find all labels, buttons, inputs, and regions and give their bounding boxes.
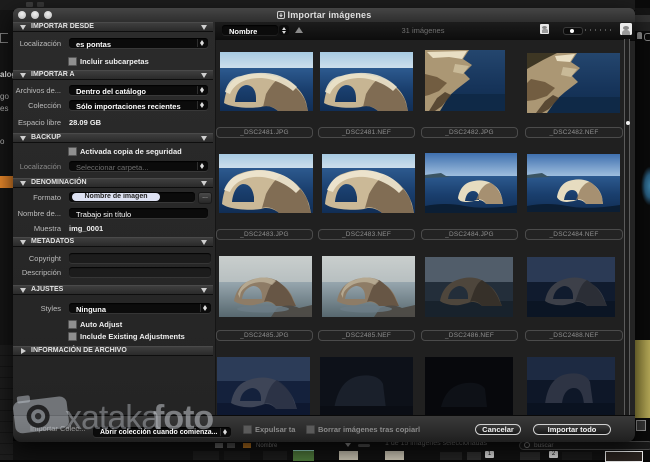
svg-text:xataka: xataka	[65, 399, 160, 437]
svg-text:foto: foto	[153, 399, 213, 437]
